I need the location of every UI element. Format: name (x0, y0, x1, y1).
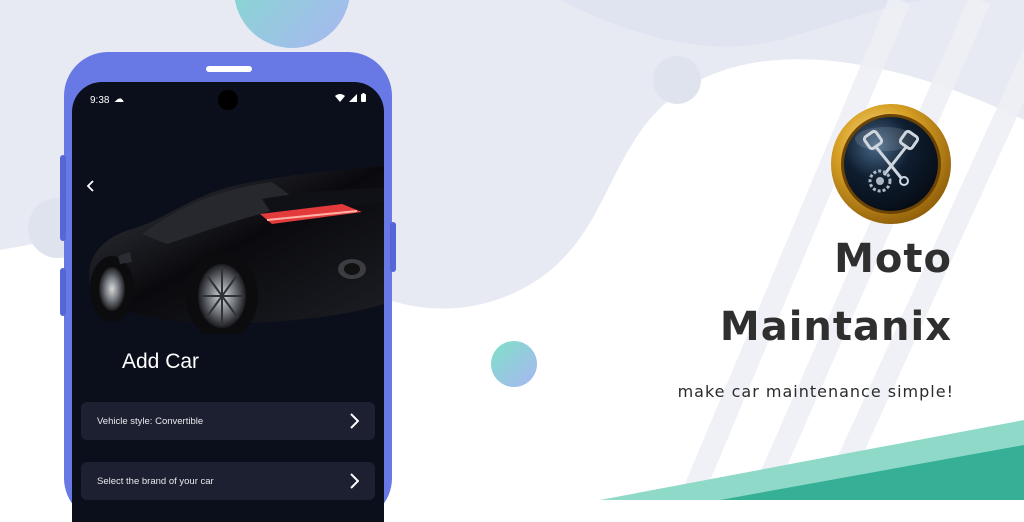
phone-screen: 9:38 ☁ Add Car Vehicle style: Convertibl… (72, 82, 384, 522)
app-logo (831, 104, 951, 224)
phone-side-button-left-lower (60, 268, 66, 316)
phone-side-button-left (60, 155, 66, 241)
row-label: Select the brand of your car (97, 476, 214, 487)
signal-icon (349, 93, 357, 102)
tagline: make car maintenance simple! (677, 382, 954, 401)
phone-speaker (206, 66, 252, 72)
cloud-icon: ☁ (114, 94, 124, 105)
app-name-line1: Moto (834, 236, 952, 282)
chevron-right-icon (350, 473, 359, 489)
chevron-right-icon (350, 413, 359, 429)
row-label: Vehicle style: Convertible (97, 416, 204, 427)
wifi-icon (335, 93, 345, 102)
status-bar: 9:38 ☁ (72, 82, 384, 118)
screen-title: Add Car (122, 350, 200, 373)
brand-select-row[interactable]: Select the brand of your car (81, 462, 375, 500)
app-name-line2: Maintanix (719, 304, 952, 350)
phone-side-button-right (390, 222, 396, 272)
status-time: 9:38 (90, 95, 110, 106)
car-image (88, 166, 384, 334)
vehicle-style-row[interactable]: Vehicle style: Convertible (81, 402, 375, 440)
phone-mockup: 9:38 ☁ Add Car Vehicle style: Convertibl… (64, 52, 392, 522)
front-camera (218, 90, 238, 110)
battery-icon (361, 93, 366, 102)
